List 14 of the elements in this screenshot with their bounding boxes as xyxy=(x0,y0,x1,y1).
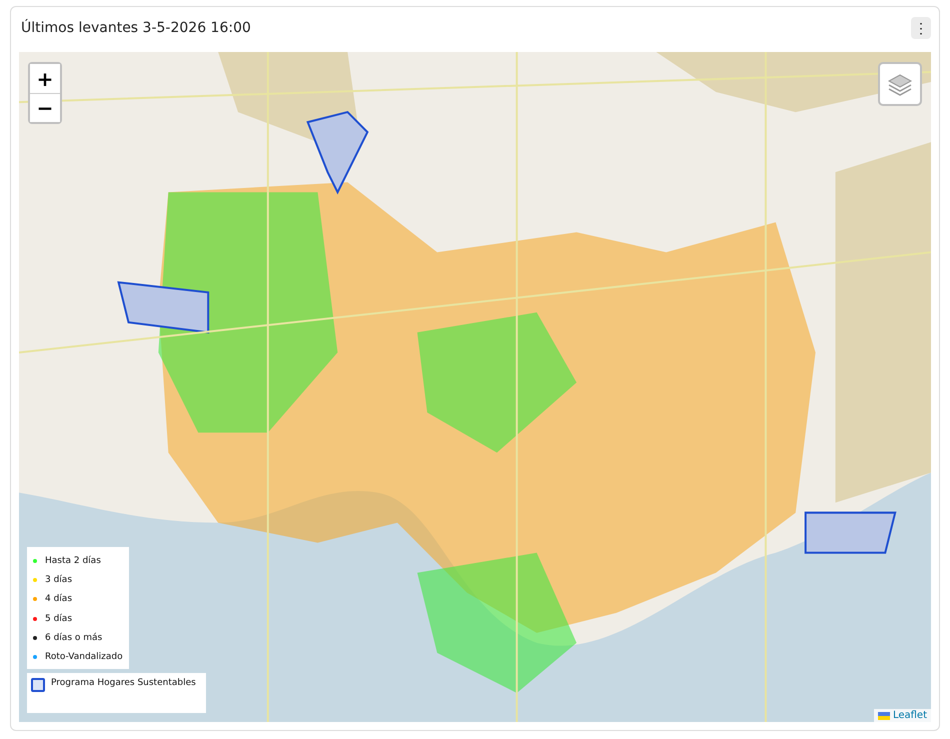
zoom-out-button[interactable]: − xyxy=(30,93,60,122)
legend-label: 3 días xyxy=(45,574,72,585)
layers-button[interactable] xyxy=(878,62,922,106)
leaflet-link[interactable]: Leaflet xyxy=(892,710,927,721)
area-swatch-icon xyxy=(31,678,45,692)
legend-label: 6 días o más xyxy=(45,632,102,643)
card-title: Últimos levantes 3-5-2026 16:00 xyxy=(20,20,251,36)
legend-label: Programa Hogares Sustentables xyxy=(51,678,196,688)
menu-button[interactable]: ⋮ xyxy=(911,17,931,39)
legend-label: 5 días xyxy=(45,614,72,624)
legend-label: Hasta 2 días xyxy=(45,556,101,566)
flag-icon xyxy=(878,712,890,720)
legend-label: Roto-Vandalizado xyxy=(45,652,123,662)
legend-label: 4 días xyxy=(45,594,72,604)
